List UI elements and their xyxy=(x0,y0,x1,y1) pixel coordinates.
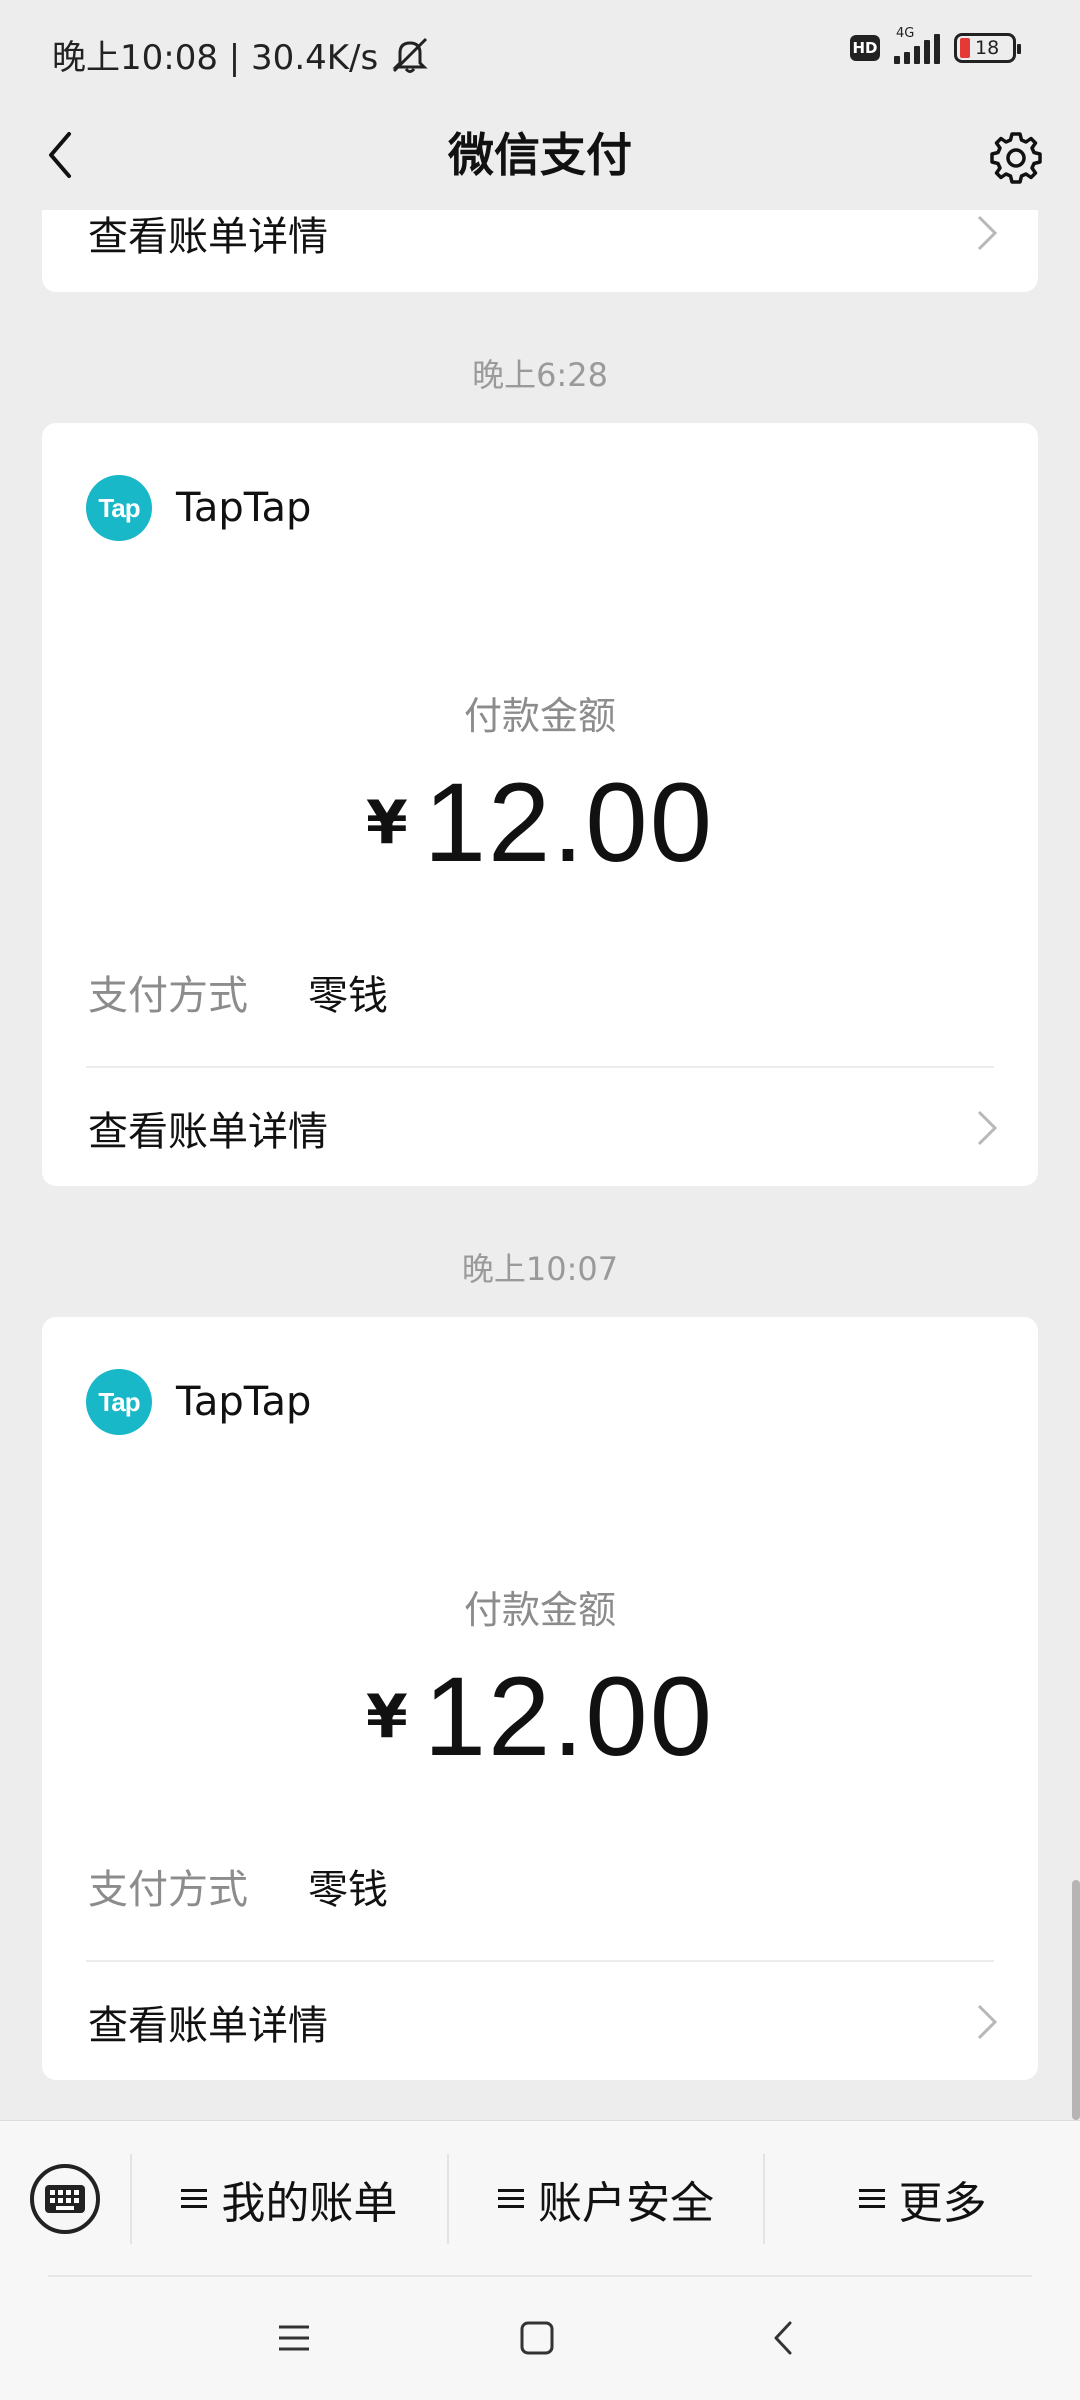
merchant-name: TapTap xyxy=(176,1379,312,1425)
chevron-right-icon xyxy=(977,215,998,250)
nav-bar: 微信支付 xyxy=(0,100,1080,210)
chevron-right-icon xyxy=(977,1110,998,1146)
menu-item-label: 我的账单 xyxy=(221,2177,398,2229)
gear-icon xyxy=(990,132,1042,184)
status-left: 晚上10:08 | 30.4K/s xyxy=(52,30,432,79)
settings-button[interactable] xyxy=(988,130,1044,186)
menu-lines-icon xyxy=(858,2184,885,2213)
recent-apps-icon[interactable] xyxy=(269,2313,319,2363)
payment-card[interactable]: Tap TapTap 付款金额 ¥ 12.00 支付方式 零钱 查看账单详情 xyxy=(42,1317,1038,2080)
keyboard-icon xyxy=(30,2163,100,2234)
payment-method-row: 支付方式 零钱 xyxy=(88,1857,388,1915)
currency-symbol: ¥ xyxy=(365,788,408,858)
payment-amount: ¥ 12.00 xyxy=(42,758,1038,887)
battery-level: 18 xyxy=(975,37,1000,59)
payment-method-label: 支付方式 xyxy=(88,973,248,1019)
payment-amount: ¥ 12.00 xyxy=(42,1652,1038,1781)
system-navigation-bar xyxy=(0,2275,1080,2400)
signal-icon: 4G xyxy=(894,26,940,64)
status-right: HD 4G 18 xyxy=(850,26,1021,64)
payment-method-value: 零钱 xyxy=(308,973,388,1019)
amount-label: 付款金额 xyxy=(463,1588,616,1632)
merchant-name: TapTap xyxy=(176,485,312,531)
view-bill-details-label: 查看账单详情 xyxy=(88,213,328,260)
merchant-header: Tap TapTap xyxy=(86,475,311,541)
amount-value: 12.00 xyxy=(423,760,715,885)
chevron-right-icon xyxy=(977,2004,998,2040)
view-bill-details-row[interactable]: 查看账单详情 xyxy=(88,1068,998,1188)
page-title: 微信支付 xyxy=(448,128,632,182)
message-time: 晚上6:28 xyxy=(472,356,608,394)
payment-method-value: 零钱 xyxy=(308,1867,388,1913)
message-time: 晚上10:07 xyxy=(461,1250,619,1288)
amount-value: 12.00 xyxy=(423,1654,715,1779)
view-bill-details-label: 查看账单详情 xyxy=(88,1109,328,1155)
status-bar: 晚上10:08 | 30.4K/s HD 4G 18 xyxy=(0,0,1080,100)
menu-account-security[interactable]: 账户安全 xyxy=(446,2153,764,2244)
bottom-menu: 我的账单 账户安全 更多 xyxy=(0,2120,1080,2276)
network-type: 4G xyxy=(896,26,915,41)
view-bill-details-row[interactable]: 查看账单详情 xyxy=(88,1962,998,2082)
payment-method-row: 支付方式 零钱 xyxy=(88,963,388,1021)
hd-badge: HD xyxy=(850,35,880,61)
payment-card[interactable]: Tap TapTap 付款金额 ¥ 12.00 支付方式 零钱 查看账单详情 xyxy=(42,423,1038,1186)
taptap-logo-icon: Tap xyxy=(86,1369,152,1435)
payment-method-label: 支付方式 xyxy=(88,1867,248,1913)
currency-symbol: ¥ xyxy=(365,1682,408,1752)
view-bill-details-label: 查看账单详情 xyxy=(88,2003,328,2049)
menu-lines-icon xyxy=(181,2184,208,2213)
merchant-header: Tap TapTap xyxy=(86,1369,311,1435)
scrollbar[interactable] xyxy=(1072,1880,1080,2120)
taptap-logo-icon: Tap xyxy=(86,475,152,541)
menu-item-label: 更多 xyxy=(898,2177,987,2229)
divider xyxy=(48,2275,1032,2277)
bell-muted-icon xyxy=(392,37,428,73)
keyboard-toggle-button[interactable] xyxy=(0,2121,130,2276)
status-time-speed: 晚上10:08 | 30.4K/s xyxy=(52,38,379,78)
back-nav-icon[interactable] xyxy=(760,2313,810,2363)
menu-more[interactable]: 更多 xyxy=(763,2153,1080,2244)
battery-icon: 18 xyxy=(954,33,1021,63)
menu-my-bills[interactable]: 我的账单 xyxy=(130,2153,447,2244)
home-icon[interactable] xyxy=(512,2313,562,2363)
amount-label: 付款金额 xyxy=(463,694,616,738)
menu-lines-icon xyxy=(498,2184,524,2213)
menu-item-label: 账户安全 xyxy=(538,2177,714,2229)
